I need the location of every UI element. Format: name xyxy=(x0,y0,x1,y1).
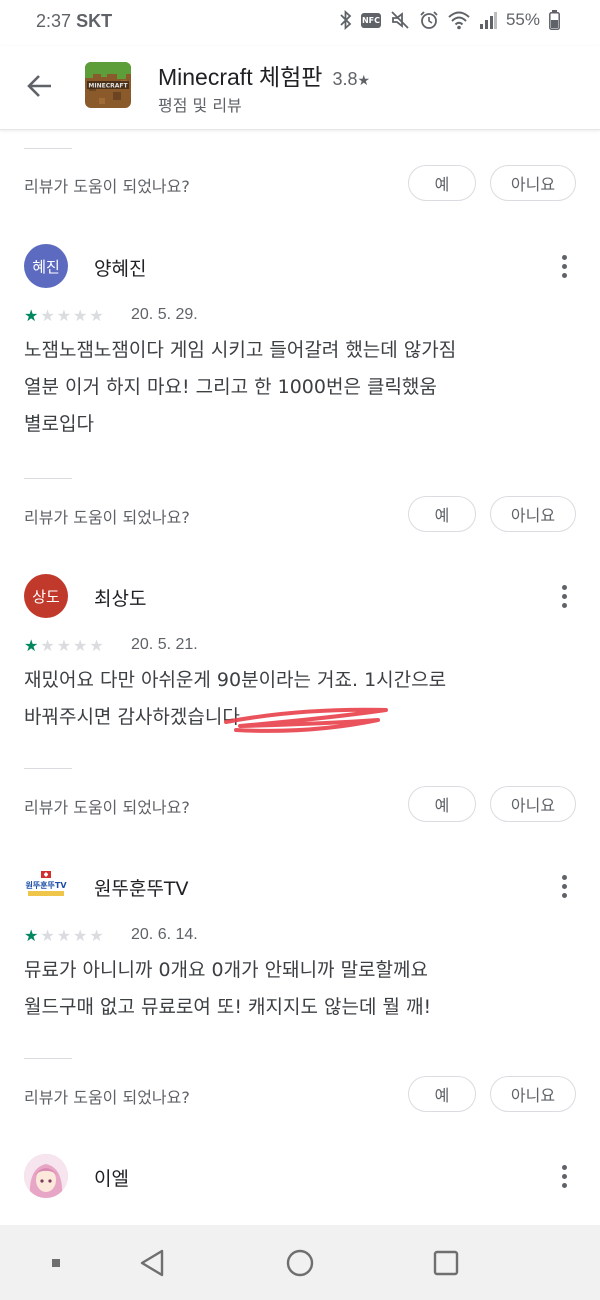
reviewer-name: 양혜진 xyxy=(94,258,147,280)
more-options-button[interactable] xyxy=(552,250,576,282)
arrow-back-icon xyxy=(27,75,51,97)
helpful-no-button[interactable]: 아니요 xyxy=(490,1076,576,1112)
square-dot-icon xyxy=(52,1259,60,1267)
review-text: 뮤료가 아니니까 0개요 0개가 안돼니까 말로할께요 월드구매 없고 뮤료로여… xyxy=(24,959,432,1018)
status-time: 2:37 SKT xyxy=(36,11,113,31)
more-options-button[interactable] xyxy=(552,870,576,902)
app-bar: MINECRAFT Minecraft 체험판 3.8★ 평점 및 리뷰 xyxy=(0,46,600,130)
system-nav-bar xyxy=(0,1225,600,1300)
review-date: 20. 5. 29. xyxy=(131,306,198,323)
review-date: 20. 6. 14. xyxy=(131,926,198,943)
helpful-label: 리뷰가 도움이 되었나요? xyxy=(24,1088,190,1107)
star-filled-icon: ★ xyxy=(24,306,39,325)
svg-text:원뚜훈뚜TV: 원뚜훈뚜TV xyxy=(25,880,67,890)
avatar: 혜진 xyxy=(24,244,68,288)
helpful-yes-button[interactable]: 예 xyxy=(408,1076,476,1112)
app-title: Minecraft 체험판 xyxy=(158,64,323,90)
back-button[interactable] xyxy=(20,66,60,106)
more-options-button[interactable] xyxy=(552,580,576,612)
reviewer-name: 이엘 xyxy=(94,1168,129,1190)
helpful-no-button[interactable]: 아니요 xyxy=(490,786,576,822)
page-subtitle: 평점 및 리뷰 xyxy=(158,96,242,115)
rating-star-icon: ★ xyxy=(357,72,371,88)
star-empty-icon: ★ xyxy=(73,306,88,325)
reviewer-name: 최상도 xyxy=(94,588,147,610)
review-text: 노잼노잼노잼이다 게임 시키고 들어갈려 했는데 않가짐 열분 이거 하지 마요… xyxy=(24,339,457,435)
status-bar: 2:37 SKT NFC 55% xyxy=(0,0,600,46)
helpful-yes-button[interactable]: 예 xyxy=(408,496,476,532)
divider xyxy=(24,478,72,479)
triangle-back-icon xyxy=(140,1249,164,1277)
helpful-label: 리뷰가 도움이 되었나요? xyxy=(24,798,190,817)
battery-icon xyxy=(549,10,560,30)
star-empty-icon: ★ xyxy=(89,926,104,945)
star-empty-icon: ★ xyxy=(56,636,72,655)
bluetooth-icon xyxy=(340,10,352,30)
nav-menu-button[interactable] xyxy=(36,1243,76,1283)
nav-recents-button[interactable] xyxy=(426,1243,466,1283)
app-rating: 3.8★ xyxy=(332,69,371,89)
svg-text:MINECRAFT: MINECRAFT xyxy=(88,83,128,90)
signal-icon xyxy=(479,12,497,29)
star-rating: ★ ★ ★ ★ ★ xyxy=(24,308,104,324)
helpful-prompt: 리뷰가 도움이 되었나요? 예 아니요 xyxy=(24,496,576,532)
circle-home-icon xyxy=(286,1249,314,1277)
avatar xyxy=(24,1154,68,1198)
nav-back-button[interactable] xyxy=(132,1243,172,1283)
star-rating: ★ ★ ★ ★ ★ xyxy=(24,928,104,944)
wifi-icon xyxy=(448,11,470,30)
review-text: 재밌어요 다만 아쉬운게 90분이라는 거죠. 1시간으로 바꿔주시면 감사하겠… xyxy=(24,669,447,728)
star-empty-icon: ★ xyxy=(73,926,88,945)
helpful-label: 리뷰가 도움이 되었나요? xyxy=(24,177,190,196)
square-recents-icon xyxy=(433,1250,459,1276)
star-empty-icon: ★ xyxy=(40,926,55,945)
more-options-button[interactable] xyxy=(552,1160,576,1192)
nfc-icon: NFC xyxy=(360,12,381,28)
star-empty-icon: ★ xyxy=(56,926,72,945)
avatar: 상도 xyxy=(24,574,68,618)
helpful-prompt: 리뷰가 도움이 되었나요? 예 아니요 xyxy=(24,1076,576,1112)
battery-percent: 55% xyxy=(505,10,540,29)
star-empty-icon: ★ xyxy=(89,636,104,655)
divider xyxy=(24,148,72,149)
alarm-icon xyxy=(420,11,438,29)
helpful-yes-button[interactable]: 예 xyxy=(408,786,476,822)
nav-home-button[interactable] xyxy=(280,1243,320,1283)
star-rating: ★ ★ ★ ★ ★ xyxy=(24,638,104,654)
star-empty-icon: ★ xyxy=(89,306,104,325)
divider xyxy=(24,1058,72,1059)
star-filled-icon: ★ xyxy=(24,926,39,945)
helpful-prompt: 리뷰가 도움이 되었나요? 예 아니요 xyxy=(24,165,576,201)
star-empty-icon: ★ xyxy=(40,636,55,655)
app-icon: MINECRAFT xyxy=(85,62,131,108)
star-empty-icon: ★ xyxy=(73,636,88,655)
helpful-label: 리뷰가 도움이 되었나요? xyxy=(24,508,190,527)
star-empty-icon: ★ xyxy=(56,306,72,325)
star-empty-icon: ★ xyxy=(40,306,55,325)
status-icons: NFC 55% xyxy=(340,10,560,30)
reviews-list[interactable]: 리뷰가 도움이 되었나요? 예 아니요 혜진 양혜진 ★ ★ ★ ★ ★ 20. 5. … xyxy=(0,130,600,1225)
review-date: 20. 5. 21. xyxy=(131,636,198,653)
helpful-yes-button[interactable]: 예 xyxy=(408,165,476,201)
star-filled-icon: ★ xyxy=(24,636,39,655)
helpful-no-button[interactable]: 아니요 xyxy=(490,496,576,532)
mute-icon xyxy=(391,11,409,29)
helpful-prompt: 리뷰가 도움이 되었나요? 예 아니요 xyxy=(24,786,576,822)
helpful-no-button[interactable]: 아니요 xyxy=(490,165,576,201)
divider xyxy=(24,768,72,769)
avatar: 원뚜훈뚜TV xyxy=(24,864,68,908)
reviewer-name: 원뚜훈뚜TV xyxy=(94,878,189,900)
